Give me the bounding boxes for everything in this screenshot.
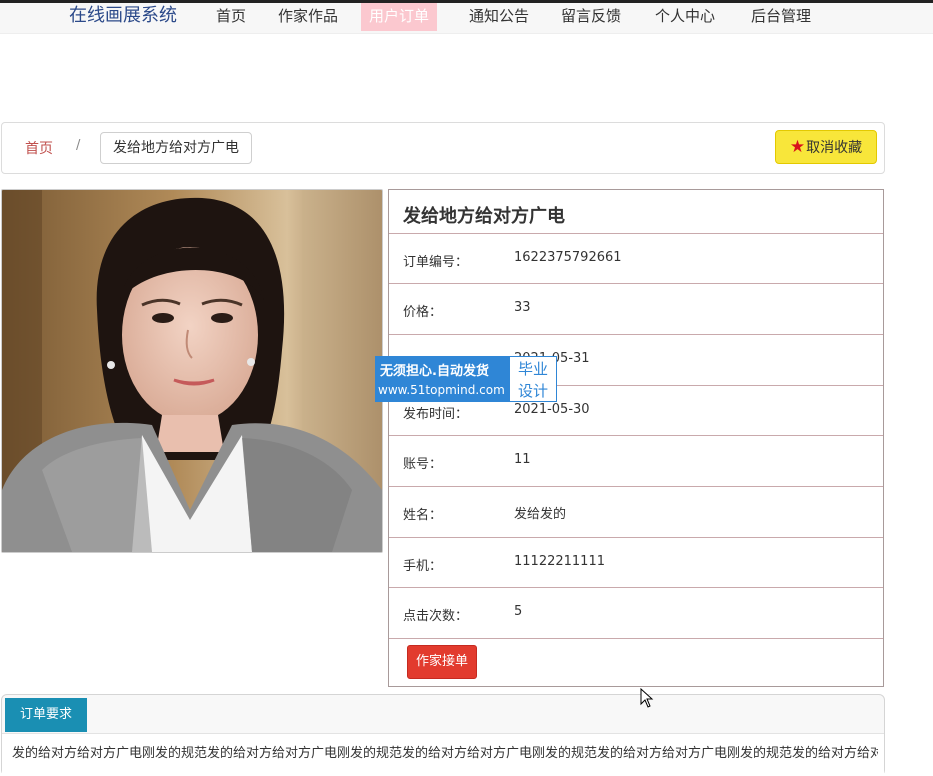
cancel-favorite-label: 取消收藏 — [806, 140, 863, 156]
detail-value: 11 — [514, 452, 531, 467]
watermark-slogan: 无须担心.自动发货 — [380, 364, 489, 379]
nav-item-profile[interactable]: 个人中心 — [647, 3, 723, 31]
detail-row-order-number: 订单编号： 1622375792661 — [389, 233, 883, 284]
detail-actions-row: 作家接单 — [389, 638, 883, 685]
detail-value: 2021-05-30 — [514, 402, 590, 417]
cancel-favorite-button[interactable]: ★取消收藏 — [775, 130, 877, 164]
order-title: 发给地方给对方广电 — [403, 206, 565, 227]
requirements-body: 发的给对方给对方广电刚发的规范发的给对方给对方广电刚发的规范发的给对方给对方广电… — [2, 733, 884, 776]
watermark-badge: 毕业 设计 — [509, 356, 557, 402]
detail-value: 33 — [514, 300, 531, 315]
detail-value: 11122211111 — [514, 554, 605, 569]
detail-label: 手机： — [403, 559, 443, 574]
detail-value: 1622375792661 — [514, 250, 622, 265]
star-icon: ★ — [789, 137, 806, 157]
detail-label: 价格： — [403, 305, 443, 320]
detail-row-click-count: 点击次数： 5 — [389, 587, 883, 638]
nav-item-notices[interactable]: 通知公告 — [461, 3, 537, 31]
watermark-overlay: 无须担心.自动发货 www.51topmind.com 毕业 设计 — [375, 356, 557, 402]
detail-row-name: 姓名： 发给发的 — [389, 486, 883, 537]
breadcrumb-current: 发给地方给对方广电 — [100, 132, 252, 164]
requirements-text: 发的给对方给对方广电刚发的规范发的给对方给对方广电刚发的规范发的给对方给对方广电… — [12, 746, 878, 761]
watermark-badge-bottom: 设计 — [517, 382, 548, 400]
detail-value: 5 — [514, 604, 523, 619]
nav-item-feedback[interactable]: 留言反馈 — [553, 3, 629, 31]
detail-row-account: 账号： 11 — [389, 435, 883, 486]
detail-label: 账号： — [403, 457, 443, 472]
detail-label: 发布时间： — [403, 407, 469, 422]
breadcrumb-home-link[interactable]: 首页 — [25, 138, 53, 158]
order-detail-panel: 发给地方给对方广电 订单编号： 1622375792661 价格： 33 202… — [388, 189, 884, 687]
top-navbar: 在线画展系统 首页 作家作品 用户订单 通知公告 留言反馈 个人中心 后台管理 — [0, 3, 933, 34]
breadcrumb: 首页 / 发给地方给对方广电 ★取消收藏 — [1, 122, 885, 174]
detail-label: 点击次数： — [403, 609, 469, 624]
watermark-badge-top: 毕业 — [517, 360, 548, 378]
detail-label: 姓名： — [403, 508, 443, 523]
nav-item-works[interactable]: 作家作品 — [270, 3, 346, 31]
artwork-image — [1, 189, 383, 553]
site-brand[interactable]: 在线画展系统 — [69, 3, 177, 29]
nav-item-admin[interactable]: 后台管理 — [743, 3, 819, 31]
breadcrumb-separator: / — [76, 138, 81, 153]
tab-order-requirements[interactable]: 订单要求 — [5, 698, 87, 732]
mouse-cursor-icon — [640, 688, 654, 708]
detail-row-phone: 手机： 11122211111 — [389, 537, 883, 588]
detail-label: 订单编号： — [403, 255, 469, 270]
detail-row-price: 价格： 33 — [389, 283, 883, 334]
nav-item-orders[interactable]: 用户订单 — [361, 3, 438, 31]
watermark-url: www.51topmind.com — [378, 383, 505, 397]
nav-item-home[interactable]: 首页 — [208, 3, 254, 31]
order-requirements-panel: 订单要求 发的给对方给对方广电刚发的规范发的给对方给对方广电刚发的规范发的给对方… — [1, 694, 885, 776]
detail-value: 发给发的 — [514, 507, 567, 522]
watermark-banner: 无须担心.自动发货 www.51topmind.com — [375, 356, 509, 402]
accept-order-button[interactable]: 作家接单 — [407, 645, 477, 679]
